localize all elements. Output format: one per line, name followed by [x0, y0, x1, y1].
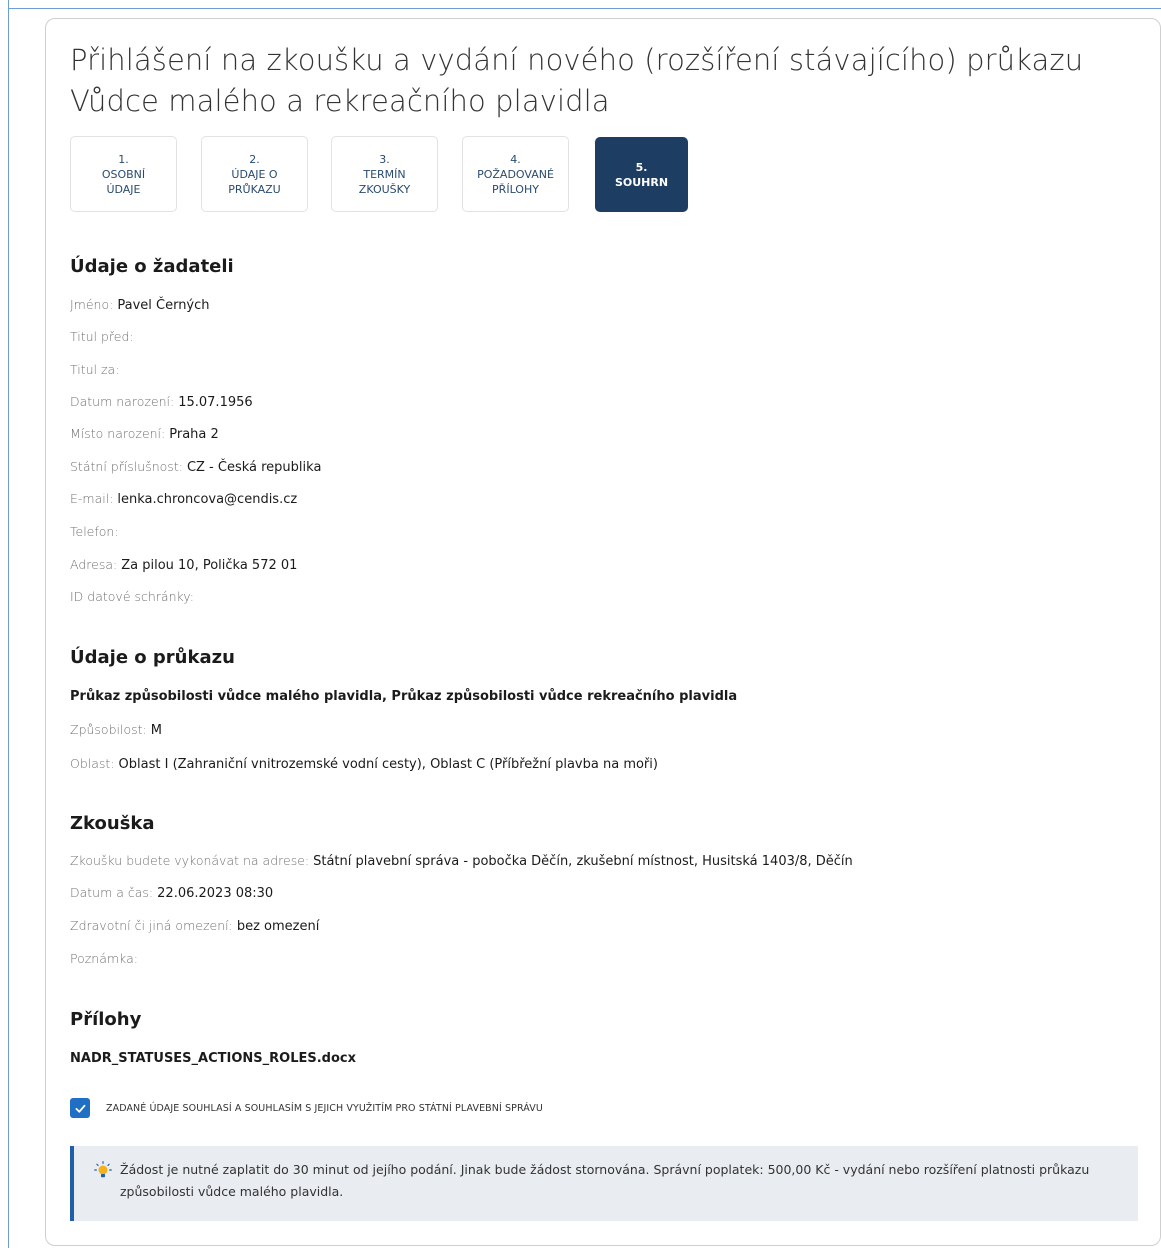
step-number: 3.	[379, 152, 390, 166]
field-address: Adresa: Za pilou 10, Polička 572 01	[70, 556, 297, 575]
field-title-after: Titul za:	[70, 361, 123, 380]
step-label: ÚDAJE O PRŮKAZU	[228, 167, 281, 196]
field-label: Datum narození:	[70, 394, 175, 409]
license-title: Průkaz způsobilosti vůdce malého plavidl…	[70, 689, 738, 704]
applicant-heading: Údaje o žadateli	[70, 256, 234, 277]
field-label: Titul před:	[70, 329, 134, 344]
field-label: Místo narození:	[70, 426, 166, 441]
field-phone: Telefon:	[70, 523, 123, 542]
consent-label: ZADANÉ ÚDAJE SOUHLASÍ A SOUHLASÍM S JEJI…	[106, 1102, 543, 1114]
field-birth-date: Datum narození: 15.07.1956	[70, 393, 253, 412]
field-value: Oblast I (Zahraniční vnitrozemské vodní …	[118, 757, 658, 772]
step-attachments[interactable]: 4. POŽADOVANÉ PŘÍLOHY	[462, 136, 569, 212]
field-value: Státní plavební správa - pobočka Děčín, …	[313, 854, 853, 869]
field-label: ID datové schránky:	[70, 589, 195, 604]
field-value: Praha 2	[169, 427, 219, 442]
step-exam-date[interactable]: 3. TERMÍN ZKOUŠKY	[331, 136, 438, 212]
field-title-before: Titul před:	[70, 328, 138, 347]
field-note: Poznámka:	[70, 950, 142, 969]
window-frame-top	[8, 8, 1161, 9]
exam-heading: Zkouška	[70, 813, 155, 834]
field-label: Telefon:	[70, 524, 119, 539]
field-exam-address: Zkoušku budete vykonávat na adrese: Státn…	[70, 852, 853, 871]
field-email: E-mail: lenka.chroncova@cendis.cz	[70, 490, 297, 509]
field-name: Jméno: Pavel Černých	[70, 296, 210, 315]
field-value: Pavel Černých	[117, 298, 210, 313]
step-summary[interactable]: 5. SOUHRN	[595, 137, 688, 212]
attachments-heading: Přílohy	[70, 1009, 142, 1030]
field-label: Státní příslušnost:	[70, 459, 183, 474]
step-label: OSOBNÍ ÚDAJE	[101, 167, 146, 196]
field-area: Oblast: Oblast I (Zahraniční vnitrozemské…	[70, 755, 658, 774]
field-value: 22.06.2023 08:30	[157, 886, 274, 901]
field-label: Datum a čas:	[70, 885, 154, 900]
step-license-data[interactable]: 2. ÚDAJE O PRŮKAZU	[201, 136, 308, 212]
field-competence: Způsobilost: M	[70, 721, 162, 740]
step-number: 5.	[635, 160, 648, 174]
step-label: SOUHRN	[614, 175, 669, 189]
field-label: Zdravotní či jiná omezení:	[70, 918, 233, 933]
step-label: POŽADOVANÉ PŘÍLOHY	[477, 167, 554, 196]
field-value: Za pilou 10, Polička 572 01	[121, 558, 298, 573]
field-value: M	[150, 723, 162, 738]
step-number: 4.	[510, 152, 521, 166]
field-label: Adresa:	[70, 557, 118, 572]
consent-row: ZADANÉ ÚDAJE SOUHLASÍ A SOUHLASÍM S JEJI…	[70, 1098, 543, 1118]
step-number: 2.	[249, 152, 260, 166]
field-label: Zkoušku budete vykonávat na adrese:	[70, 853, 310, 868]
step-number: 1.	[118, 152, 129, 166]
field-label: Oblast:	[70, 756, 115, 771]
field-label: Titul za:	[70, 362, 120, 377]
attachment-file[interactable]: NADR_STATUSES_ACTIONS_ROLES.docx	[70, 1051, 356, 1066]
window-frame-left	[8, 0, 9, 1248]
field-label: Způsobilost:	[70, 722, 147, 737]
field-birth-place: Místo narození: Praha 2	[70, 425, 219, 444]
field-label: Poznámka:	[70, 951, 138, 966]
field-datetime: Datum a čas: 22.06.2023 08:30	[70, 884, 273, 903]
field-label: E-mail:	[70, 491, 114, 506]
checkmark-icon	[75, 1104, 85, 1113]
step-personal-data[interactable]: 1. OSOBNÍ ÚDAJE	[70, 136, 177, 212]
field-value: bez omezení	[236, 919, 320, 934]
license-heading: Údaje o průkazu	[70, 647, 235, 668]
payment-info-box: Žádost je nutné zaplatit do 30 minut od …	[70, 1146, 1138, 1221]
lightbulb-icon	[94, 1161, 112, 1178]
field-value: lenka.chroncova@cendis.cz	[117, 492, 298, 507]
step-label: TERMÍN ZKOUŠKY	[358, 167, 411, 196]
page-title: Přihlášení na zkoušku a vydání nového (r…	[70, 43, 1084, 118]
payment-info-text: Žádost je nutné zaplatit do 30 minut od …	[120, 1162, 1090, 1199]
field-value: 15.07.1956	[178, 395, 253, 410]
field-nationality: Státní příslušnost: CZ - Česká republika	[70, 458, 321, 477]
field-data-box-id: ID datové schránky:	[70, 588, 198, 607]
consent-checkbox[interactable]	[70, 1098, 90, 1118]
field-restrictions: Zdravotní či jiná omezení: bez omezení	[70, 917, 319, 936]
field-label: Jméno:	[70, 297, 114, 312]
field-value: CZ - Česká republika	[186, 460, 322, 475]
